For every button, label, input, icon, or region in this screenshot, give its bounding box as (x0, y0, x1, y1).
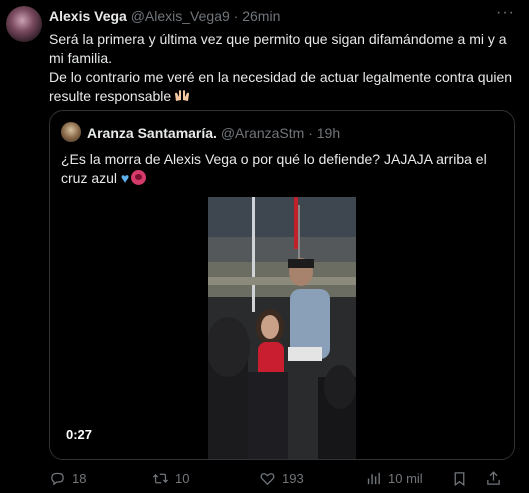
share-icon (487, 471, 500, 485)
quoted-header-separator: · (308, 125, 313, 141)
quoted-author-avatar (61, 122, 81, 142)
author-handle[interactable]: @Alexis_Vega9 (131, 8, 230, 24)
tweet-time[interactable]: 26min (242, 8, 280, 24)
tweet-header: Alexis Vega @Alexis_Vega9 · 26min (49, 8, 280, 25)
like-button[interactable]: 193 (259, 470, 304, 487)
header-separator: · (233, 8, 239, 24)
views-count: 10 mil (388, 471, 423, 486)
quoted-tweet-header: Aranza Santamaría. @AranzaStm · 19h (87, 125, 340, 142)
video-player[interactable] (208, 197, 356, 459)
heart-emoji-icon: ♥ (120, 170, 130, 186)
video-frame (208, 197, 356, 459)
angry-face-emoji-icon (131, 170, 147, 185)
share-button[interactable] (485, 470, 502, 487)
quoted-tweet[interactable]: Aranza Santamaría. @AranzaStm · 19h ¿Es … (49, 110, 515, 460)
raised-hands-emoji-icon (175, 90, 190, 101)
views-icon (367, 472, 380, 485)
reply-count: 18 (72, 471, 87, 486)
repost-icon (152, 473, 169, 484)
like-count: 193 (282, 471, 304, 486)
reply-icon (51, 472, 64, 486)
video-duration: 0:27 (66, 427, 93, 442)
quoted-tweet-time: 19h (316, 125, 341, 141)
quoted-author-handle: @AranzaStm (220, 125, 305, 141)
bookmark-button[interactable] (451, 470, 468, 487)
author-avatar[interactable] (6, 6, 42, 42)
quoted-tweet-text-block: ¿Es la morra de Alexis Vega o por qué lo… (61, 150, 501, 188)
like-icon (260, 473, 275, 486)
repost-button[interactable]: 10 (152, 470, 189, 487)
bookmark-icon (454, 472, 465, 487)
repost-count: 10 (175, 471, 190, 486)
views-button[interactable]: 10 mil (365, 470, 423, 487)
more-icon[interactable]: ··· (496, 4, 515, 22)
tweet-text-line-2: De lo contrario me veré en la necesidad … (49, 69, 513, 104)
tweet-text: Será la primera y última vez que permito… (49, 30, 515, 106)
author-name[interactable]: Alexis Vega (49, 8, 127, 24)
tweet-text-line-1: Será la primera y última vez que permito… (49, 31, 507, 66)
reply-button[interactable]: 18 (49, 470, 86, 487)
action-bar: 18 10 193 10 mil (49, 470, 515, 490)
quoted-author-name: Aranza Santamaría. (87, 125, 217, 141)
